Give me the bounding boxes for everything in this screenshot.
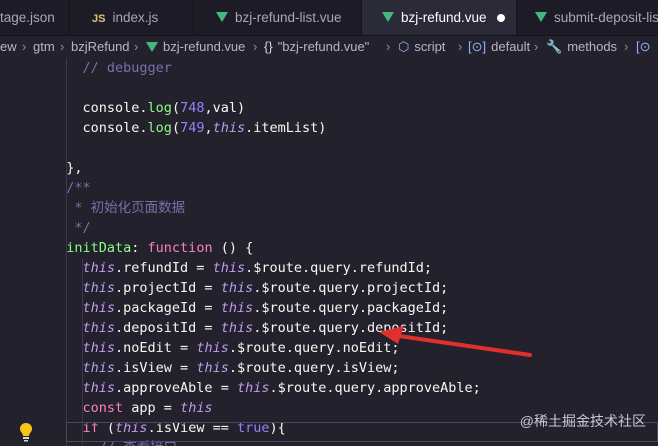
tab-bzj-refund-list[interactable]: bzj-refund-list.vue [194,0,362,35]
vue-icon [216,12,228,23]
breadcrumb-item[interactable]: bzjRefund [71,36,130,58]
breadcrumb-label: default [491,39,531,54]
tab-label: index.js [112,10,159,25]
annotation-arrow [379,326,532,357]
tab-submit-deposit-list[interactable]: submit-deposit-list.vu [517,0,658,35]
breadcrumb-item[interactable]: gtm [33,36,55,58]
breadcrumb-separator: › [253,39,258,54]
vue-icon [146,41,158,52]
breadcrumb-item[interactable]: ew [0,36,17,58]
tab-package-json[interactable]: tage.json [0,0,70,35]
tab-bzj-refund[interactable]: bzj-refund.vue [362,0,517,35]
unsaved-changes-dot-icon[interactable] [496,14,505,23]
vue-icon [382,12,394,23]
object-icon: [⊙] [468,39,487,54]
breadcrumb-label: bzj-refund.vue [163,39,246,54]
breadcrumb-separator: › [534,39,539,54]
watermark: @稀土掘金技术社区 [519,413,646,429]
breadcrumb-item-default[interactable]: [⊙] default [468,36,530,58]
tab-label: tage.json [0,10,55,25]
breadcrumb-item-module[interactable]: {} "bzj-refund.vue" [264,36,369,58]
cube-icon: ⬡ [398,39,410,54]
breadcrumb-label: "bzj-refund.vue" [277,39,370,54]
editor-tab-bar: tage.json JS index.js bzj-refund-list.vue… [0,0,658,36]
braces-icon: {} [264,39,273,54]
code-editor[interactable]: // debugger console.log(748,val) console… [0,58,658,446]
breadcrumb-label: methods [567,39,618,54]
vue-icon [535,12,547,23]
breadcrumb-separator: › [458,39,463,54]
tab-label: submit-deposit-list.vu [554,10,658,25]
breadcrumb-item-script[interactable]: ⬡ script [398,36,445,58]
tab-index-js[interactable]: JS index.js [70,0,194,35]
breadcrumb-item-methods[interactable]: 🔧 methods [546,36,617,58]
tab-label: bzj-refund-list.vue [235,10,342,25]
breadcrumb: ew › gtm › bzjRefund › bzj-refund.vue › … [0,36,658,58]
breadcrumb-separator: › [134,39,139,54]
breadcrumb-separator: › [624,39,629,54]
breadcrumb-item-file[interactable]: bzj-refund.vue [146,36,245,58]
breadcrumb-separator: › [386,39,391,54]
tab-label: bzj-refund.vue [401,10,487,25]
object-icon: [⊙ [636,39,651,54]
breadcrumb-separator: › [60,39,65,54]
js-icon: JS [92,13,106,25]
wrench-icon: 🔧 [546,39,563,54]
breadcrumb-label: script [414,39,446,54]
breadcrumb-separator: › [22,39,27,54]
